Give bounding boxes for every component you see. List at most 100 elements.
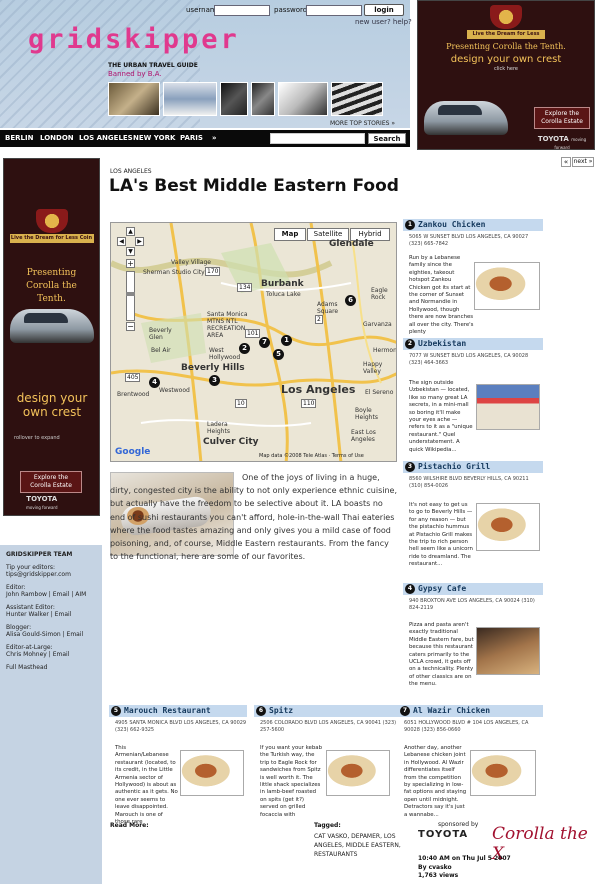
nav-berlin[interactable]: BERLIN [5, 134, 33, 142]
large-name[interactable]: Chris Mohney | Email [6, 651, 96, 658]
nav-london[interactable]: LONDON [40, 134, 74, 142]
restaurant-address-6: 2506 COLORADO BLVD LOS ANGELES, CA 90041… [260, 720, 397, 733]
ad-link[interactable]: rollover to expand [14, 435, 60, 441]
password-input[interactable] [306, 5, 362, 16]
pan-left-icon[interactable]: ◀ [117, 237, 126, 246]
tip-label: Tip your editors: [6, 564, 56, 571]
asst-name[interactable]: Hunter Walker | Email [6, 611, 96, 618]
restaurant-heading-4[interactable]: 4 Gypsy Cafe [403, 583, 543, 595]
map-type-map[interactable]: Map [274, 228, 306, 241]
map-label-hermon: Hermon [373, 347, 397, 354]
nav-more[interactable]: » [212, 134, 217, 142]
restaurant-address-4: 940 BROXTON AVE LOS ANGELES, CA 90024 (3… [409, 598, 535, 611]
sponsor-toyota-logo[interactable]: TOYOTA [418, 829, 468, 840]
restaurant-photo-7 [470, 750, 536, 796]
editor-name[interactable]: John Rambow | Email | AIM [6, 591, 96, 598]
username-input[interactable] [214, 5, 270, 16]
restaurant-desc-2: The sign outside Uzbekistan — located, l… [409, 380, 473, 453]
map-marker-2[interactable]: 2 [239, 343, 250, 354]
tip-email[interactable]: tips@gridskipper.com [6, 571, 96, 578]
hwy-110: 110 [301, 399, 317, 408]
map-marker-7[interactable]: 7 [259, 337, 270, 348]
explore-button[interactable]: Explore the Corolla Estate [20, 471, 82, 493]
pan-down-icon[interactable]: ▼ [126, 247, 135, 256]
article-kicker[interactable]: LOS ANGELES [110, 168, 152, 175]
restaurant-photo-5 [180, 750, 244, 796]
blogger-label: Blogger: [6, 624, 32, 631]
zoom-in-icon[interactable]: + [126, 259, 135, 268]
search-button[interactable]: Search [368, 133, 406, 144]
restaurant-heading-2[interactable]: 2 Uzbekistan [403, 338, 543, 350]
map-label-east-los-angeles: East Los Angeles [351, 429, 376, 443]
map-marker-3[interactable]: 3 [209, 375, 220, 386]
map-marker-1[interactable]: 1 [281, 335, 292, 346]
hwy-134: 134 [237, 283, 253, 292]
sponsored-label: sponsored by [438, 821, 479, 828]
restaurant-desc-1: Run by a Lebanese family since the eight… [409, 255, 474, 336]
explore-button[interactable]: Explore the Corolla Estate [534, 107, 590, 129]
zoom-handle[interactable] [126, 292, 135, 296]
ad-link[interactable]: click here [418, 66, 594, 72]
map-label-los-angeles: Los Angeles [281, 383, 356, 396]
map[interactable]: Map Satellite Hybrid ▲ ◀ ▶ ▼ + − Glendal… [110, 222, 397, 462]
restaurant-desc-6: If you want your kebab the Turkish way, … [260, 745, 323, 818]
restaurant-heading-3[interactable]: 3 Pistachio Grill [403, 461, 543, 473]
story-thumb-4[interactable] [251, 82, 275, 116]
story-thumb-3[interactable] [220, 82, 248, 116]
story-thumb-5[interactable] [278, 82, 328, 116]
banned-link[interactable]: Banned by B.A. [108, 70, 162, 78]
map-label-ladera-heights: Ladera Heights [207, 421, 230, 435]
prev-button[interactable]: « [561, 157, 571, 167]
map-marker-4[interactable]: 4 [149, 377, 160, 388]
story-thumb-1[interactable] [108, 82, 160, 116]
top-ad[interactable]: Live the Dream for Less Coin Presenting … [417, 0, 595, 150]
map-marker-5[interactable]: 5 [273, 349, 284, 360]
post-author[interactable]: By cvasko [418, 864, 452, 871]
nav-paris[interactable]: PARIS [180, 134, 203, 142]
site-logo[interactable]: gridskipper [28, 24, 240, 55]
next-button[interactable]: next » [572, 157, 594, 167]
article-title: LA's Best Middle Eastern Food [109, 176, 399, 196]
restaurant-heading-5[interactable]: 5 Marouch Restaurant [109, 705, 247, 717]
more-stories-link[interactable]: MORE TOP STORIES » [330, 120, 395, 127]
left-ad[interactable]: Live the Dream for Less Coin Presenting … [3, 158, 100, 516]
story-thumb-6[interactable] [331, 82, 383, 116]
team-heading: GRIDSKIPPER TEAM [6, 551, 73, 558]
ad-ribbon: Live the Dream for Less Coin [9, 234, 94, 243]
blogger-name[interactable]: Alisa Gould-Simon | Email [6, 631, 96, 638]
pan-up-icon[interactable]: ▲ [126, 227, 135, 236]
story-thumb-2[interactable] [163, 82, 217, 116]
post-time: 10:40 AM on Thu Jul 5 2007 [418, 855, 511, 862]
restaurant-photo-6 [326, 750, 390, 796]
crest-icon [35, 209, 68, 233]
ad-line2: design your own crest [16, 391, 88, 419]
zoom-slider[interactable] [126, 271, 135, 321]
restaurant-address-2: 7077 W SUNSET BLVD LOS ANGELES, CA 90028… [409, 353, 529, 366]
login-button[interactable]: login [364, 4, 404, 16]
restaurant-desc-7: Another day, another Lebanese chicken jo… [404, 745, 467, 818]
search-input[interactable] [270, 133, 365, 144]
google-logo[interactable]: Google [115, 447, 150, 457]
masthead-link[interactable]: Full Masthead [6, 664, 96, 671]
restaurant-heading-1[interactable]: 1 Zankou Chicken [403, 219, 543, 231]
restaurant-heading-6[interactable]: 6 Spitz [254, 705, 398, 717]
asst-label: Assistant Editor: [6, 604, 55, 611]
nav-new-york[interactable]: NEW YORK [133, 134, 175, 142]
map-label-glendale: Glendale [329, 239, 374, 249]
map-label-beverly-hills: Beverly Hills [181, 363, 245, 373]
pan-right-icon[interactable]: ▶ [135, 237, 144, 246]
restaurant-address-3: 8560 WILSHIRE BLVD BEVERLY HILLS, CA 902… [409, 476, 529, 489]
ad-ribbon: Live the Dream for Less Coin [467, 30, 545, 46]
hwy-405: 405 [125, 373, 141, 382]
map-marker-6[interactable]: 6 [345, 295, 356, 306]
read-more-label[interactable]: Read More: [110, 822, 149, 829]
tag-list[interactable]: CAT VASKO, DEPAMER, LOS ANGELES, MIDDLE … [314, 832, 404, 859]
intro-text: One of the joys of living in a huge, dir… [110, 473, 398, 562]
zoom-control[interactable]: ▲ ◀ ▶ ▼ + [117, 227, 145, 275]
restaurant-heading-7[interactable]: 7 Al Wazir Chicken [398, 705, 543, 717]
map-label-garvanza: Garvanza [363, 321, 392, 328]
nav-los-angeles[interactable]: LOS ANGELES [79, 134, 133, 142]
new-user-link[interactable]: new user? help? [355, 18, 412, 26]
zoom-out-icon[interactable]: − [126, 322, 135, 331]
restaurant-address-7: 6051 HOLLYWOOD BLVD # 104 LOS ANGELES, C… [404, 720, 529, 733]
